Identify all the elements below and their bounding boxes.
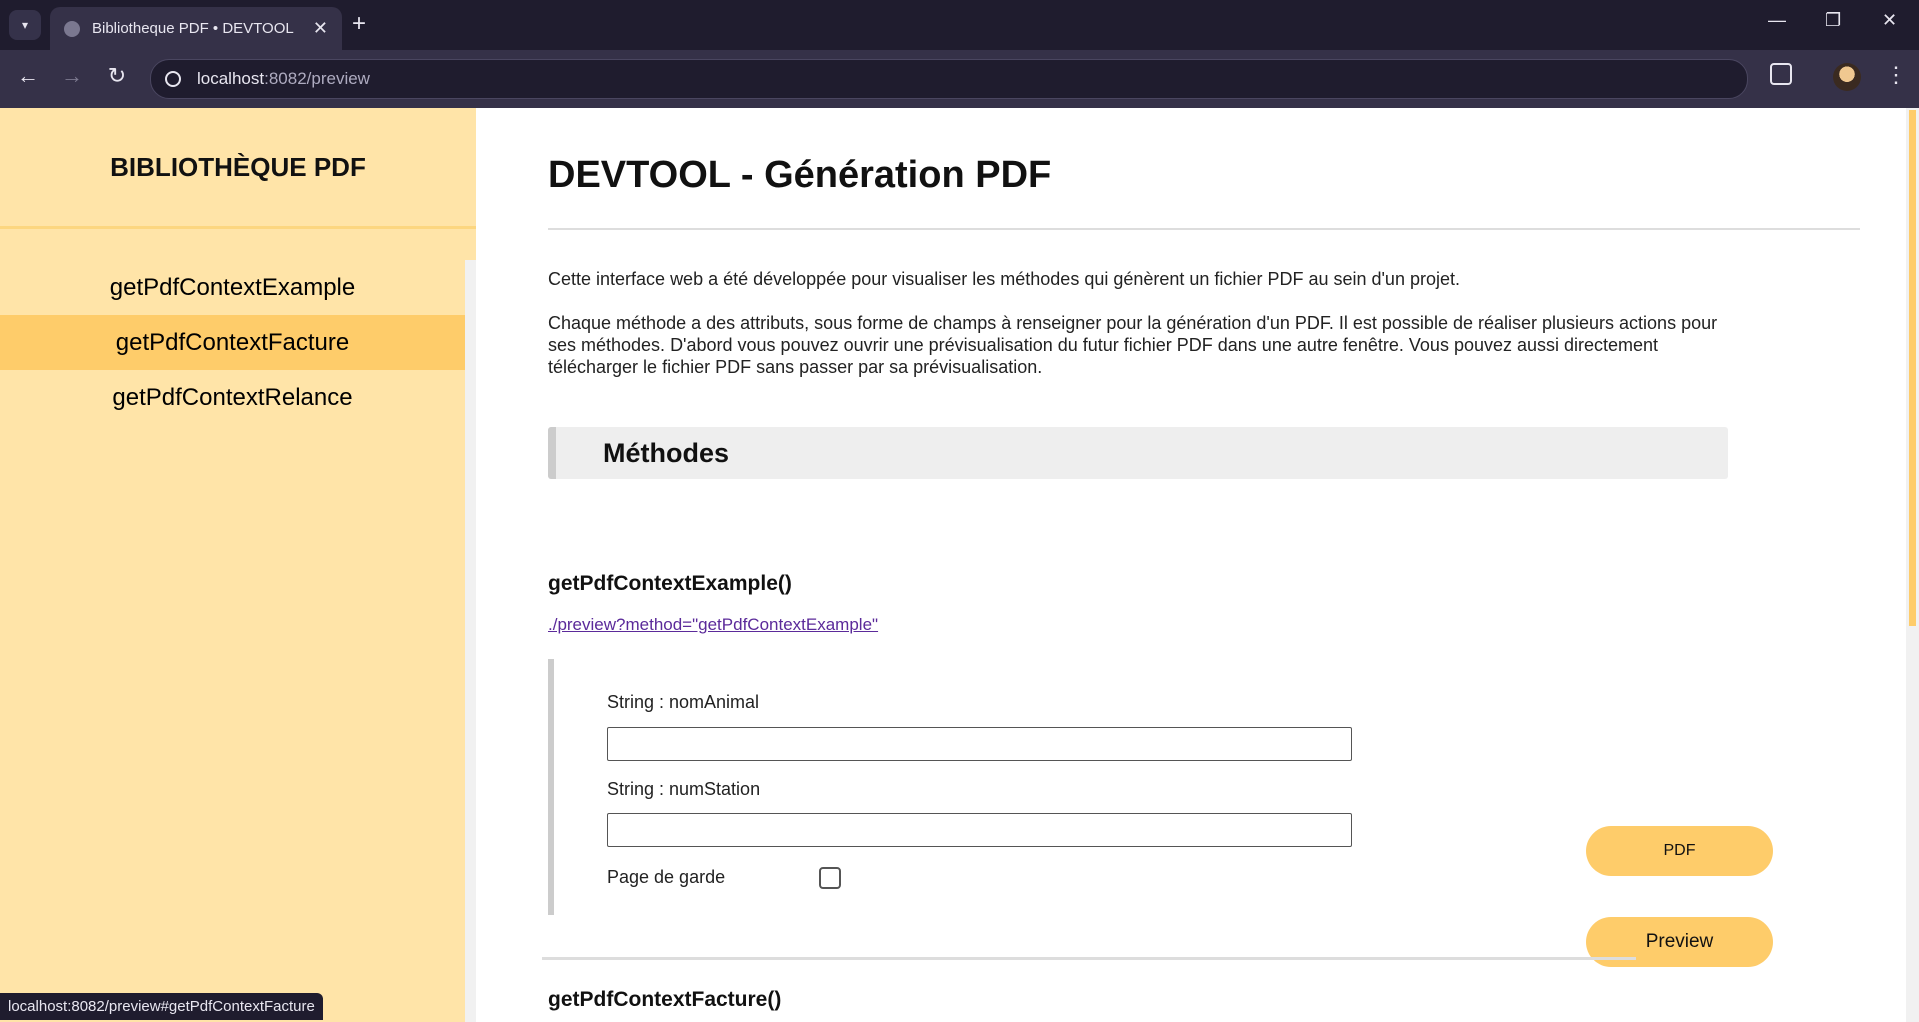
field-label-nom-animal: String : nomAnimal xyxy=(607,692,760,712)
sidebar-title: BIBLIOTHÈQUE PDF xyxy=(110,152,366,182)
url-text: localhost:8082/preview xyxy=(197,69,370,89)
kebab-menu-icon[interactable]: ⋮ xyxy=(1885,62,1907,88)
pdf-button[interactable]: PDF xyxy=(1586,826,1773,876)
page-de-garde-label: Page de garde xyxy=(607,867,726,887)
chevron-down-icon: ▾ xyxy=(21,18,29,32)
field-label-num-station: String : numStation xyxy=(607,779,761,799)
sidebar: BIBLIOTHÈQUE PDF getPdfContextExample ge… xyxy=(0,108,476,1022)
extensions-icon[interactable] xyxy=(1770,63,1792,85)
sidebar-divider xyxy=(0,226,476,229)
forward-icon[interactable]: → xyxy=(56,63,88,89)
method-divider xyxy=(542,957,1636,960)
page-title: DEVTOOL - Génération PDF xyxy=(548,154,1052,196)
browser-tab[interactable]: Bibliotheque PDF • DEVTOOL ✕ xyxy=(50,7,342,50)
address-bar[interactable]: localhost:8082/preview xyxy=(150,59,1748,99)
url-path: :8082/preview xyxy=(264,69,370,88)
browser-toolbar: ← → ↻ localhost:8082/preview ⋮ xyxy=(0,50,1919,108)
restore-icon[interactable]: ❐ xyxy=(1825,10,1841,31)
main-content: DEVTOOL - Génération PDF Cette interface… xyxy=(476,108,1906,1022)
new-tab-button[interactable]: + xyxy=(352,11,366,37)
num-station-input[interactable] xyxy=(607,813,1352,847)
page-de-garde-checkbox[interactable] xyxy=(819,867,841,889)
tab-search-button[interactable]: ▾ xyxy=(9,10,41,40)
methods-section-header: Méthodes xyxy=(548,427,1728,479)
status-bar-url: localhost:8082/preview#getPdfContextFact… xyxy=(0,993,323,1020)
back-icon[interactable]: ← xyxy=(12,63,44,89)
nom-animal-input[interactable] xyxy=(607,727,1352,761)
reload-icon[interactable]: ↻ xyxy=(101,63,133,89)
method-title: getPdfContextExample() xyxy=(548,572,792,595)
sidebar-item-facture[interactable]: getPdfContextFacture xyxy=(0,315,465,370)
sidebar-item-relance[interactable]: getPdfContextRelance xyxy=(0,370,465,425)
profile-avatar[interactable] xyxy=(1833,63,1861,91)
page-scrollbar[interactable] xyxy=(1906,108,1919,1022)
browser-tab-bar: ▾ Bibliotheque PDF • DEVTOOL ✕ + — ❐ ✕ xyxy=(0,0,1919,50)
close-icon[interactable]: ✕ xyxy=(313,18,328,39)
minimize-icon[interactable]: — xyxy=(1768,10,1786,31)
sidebar-item-example[interactable]: getPdfContextExample xyxy=(0,260,465,315)
method-preview-link[interactable]: ./preview?method="getPdfContextExample" xyxy=(548,615,878,635)
method-title: getPdfContextFacture() xyxy=(548,988,782,1011)
url-host: localhost xyxy=(197,69,265,88)
section-title: Méthodes xyxy=(603,438,730,468)
site-info-icon[interactable] xyxy=(165,71,181,87)
intro-paragraph-2: Chaque méthode a des attributs, sous for… xyxy=(548,313,1718,377)
tab-title: Bibliotheque PDF • DEVTOOL xyxy=(92,20,294,37)
title-divider xyxy=(548,228,1860,230)
globe-icon xyxy=(64,20,80,37)
method-form-panel: String : nomAnimal String : numStation P… xyxy=(548,659,1773,967)
sidebar-scrollbar[interactable] xyxy=(465,260,476,1022)
intro-paragraph-1: Cette interface web a été développée pou… xyxy=(548,269,1460,289)
window-close-icon[interactable]: ✕ xyxy=(1882,10,1897,31)
scrollbar-thumb[interactable] xyxy=(1909,110,1916,626)
